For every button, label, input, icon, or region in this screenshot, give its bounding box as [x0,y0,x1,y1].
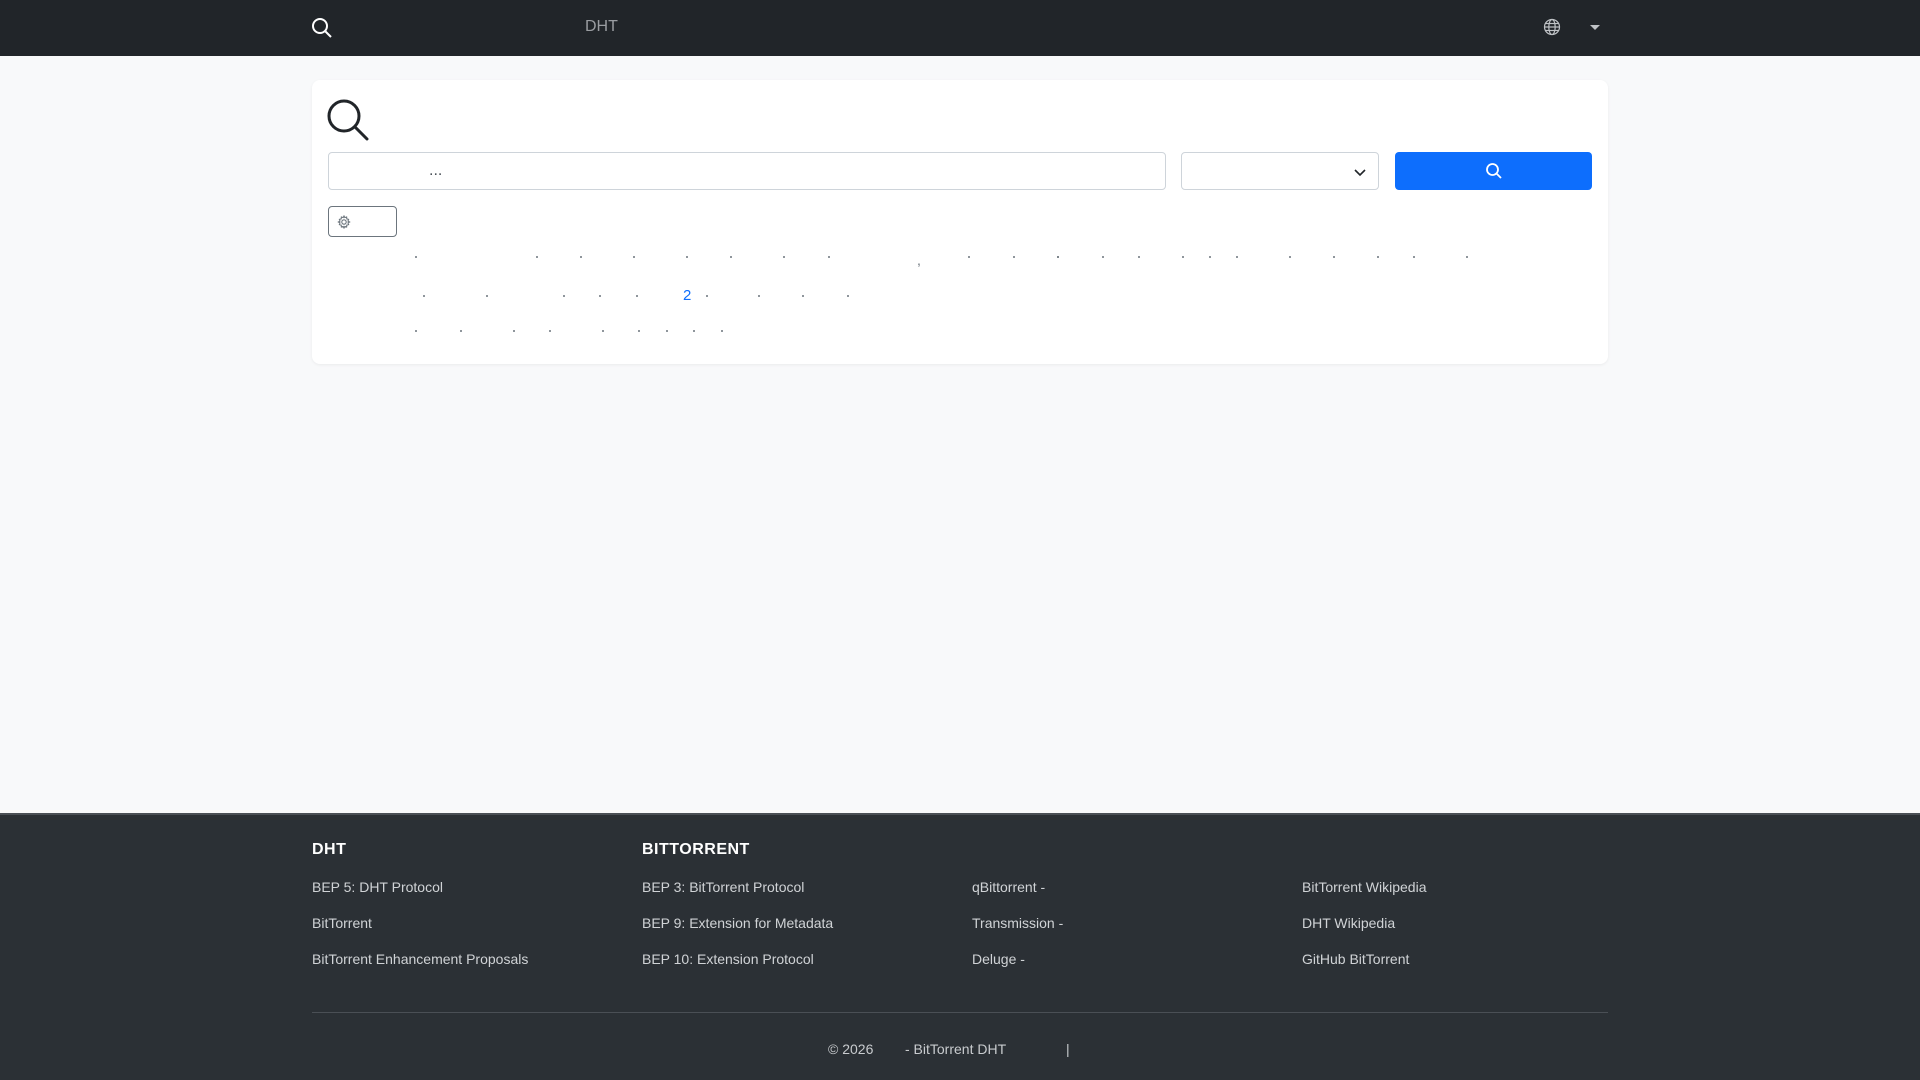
search-icon [327,99,369,141]
hint-row-3 [312,330,1608,342]
hint-row-2: 2 [312,287,1608,305]
gear-icon [337,215,351,229]
caret-down-icon[interactable] [1590,25,1600,30]
footer-link-deluge[interactable]: Deluge - [972,951,1025,967]
footer-link-bep3[interactable]: BEP 3: BitTorrent Protocol [642,879,804,895]
copyright-year: © 2026 [828,1041,874,1057]
copyright-site: - BitTorrent DHT [905,1041,1007,1057]
search-card: , 2 [312,80,1608,364]
footer-link-transmission[interactable]: Transmission - [972,915,1063,931]
search-icon [1486,163,1502,179]
footer-link-bep10[interactable]: BEP 10: Extension Protocol [642,951,814,967]
footer-heading-dht: DHT [312,841,347,858]
hint-row-1: , [312,252,1608,268]
search-icon[interactable] [310,16,334,40]
footer-link-github-bittorrent[interactable]: GitHub BitTorrent [1302,951,1409,967]
category-select[interactable] [1181,152,1379,190]
globe-icon[interactable] [1543,18,1561,36]
footer-link-dht-wikipedia[interactable]: DHT Wikipedia [1302,915,1395,931]
hint-comma: , [917,252,921,268]
search-input[interactable] [328,152,1166,190]
search-button[interactable] [1395,152,1592,190]
settings-button[interactable] [328,206,397,237]
footer-link-bep5[interactable]: BEP 5: DHT Protocol [312,879,443,895]
footer-divider [312,1012,1608,1013]
footer-link-bittorrent-wikipedia[interactable]: BitTorrent Wikipedia [1302,879,1427,895]
footer-link-bep-proposals[interactable]: BitTorrent Enhancement Proposals [312,951,528,967]
footer-link-bittorrent[interactable]: BitTorrent [312,915,372,931]
footer-heading-bittorrent: BITTORRENT [642,841,750,858]
footer: DHT BEP 5: DHT Protocol BitTorrent BitTo… [0,813,1920,1080]
copyright-separator: | [1066,1041,1070,1057]
navbar: DHT [0,0,1920,56]
footer-link-bep9[interactable]: BEP 9: Extension for Metadata [642,915,833,931]
nav-title-link[interactable]: DHT [585,18,618,36]
hint-link-2[interactable]: 2 [683,287,691,304]
footer-link-qbittorrent[interactable]: qBittorrent - [972,879,1045,895]
chevron-down-icon [1354,169,1366,177]
